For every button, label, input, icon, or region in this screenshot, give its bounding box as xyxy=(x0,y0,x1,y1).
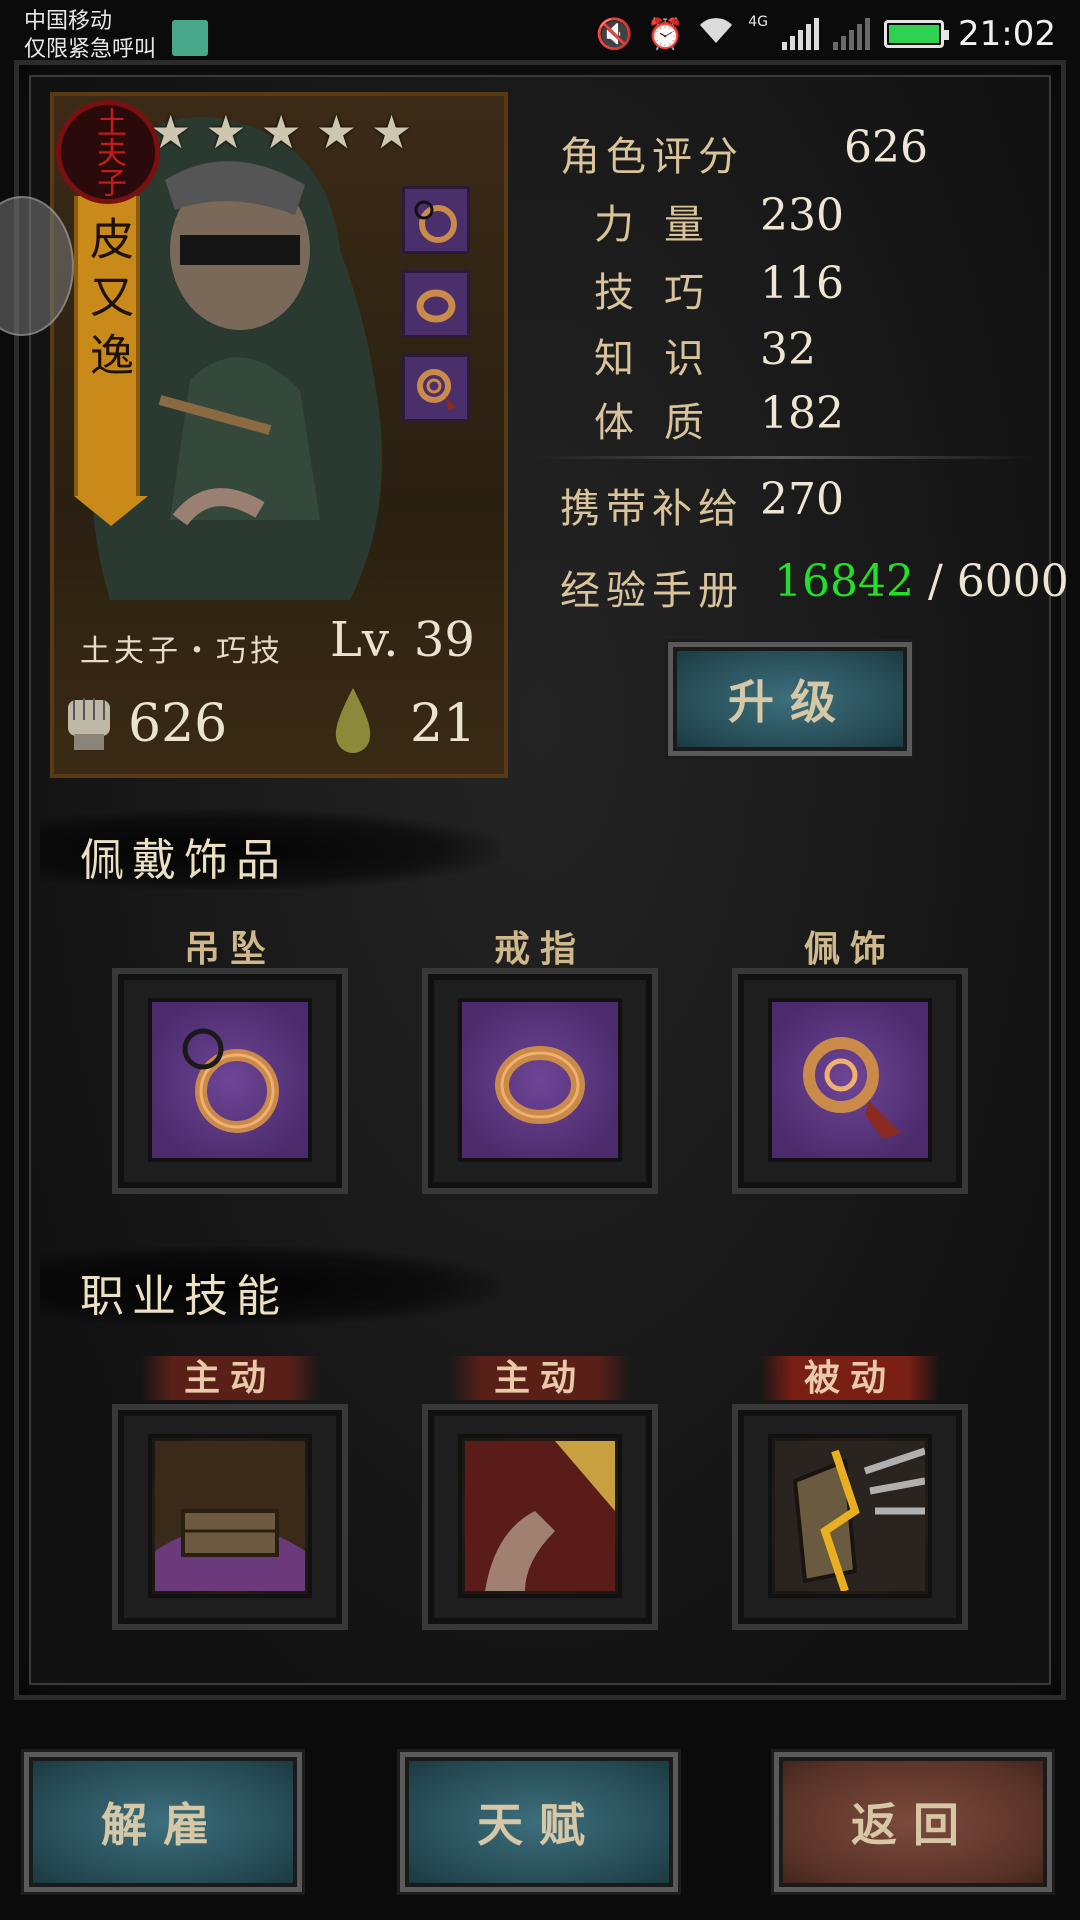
status-icons: 🔇 ⏰ 4G 21:02 xyxy=(596,14,1056,54)
ornament-icon xyxy=(803,1037,901,1139)
pendant-icon xyxy=(182,1028,279,1133)
supply-value: 270 xyxy=(760,474,844,525)
star-icon: ★ xyxy=(260,105,302,159)
knowledge-label: 知识 xyxy=(594,336,734,382)
ring-icon xyxy=(495,1046,585,1124)
skill-slot-1[interactable] xyxy=(112,1404,348,1630)
hero-class: 土夫子・巧技 xyxy=(80,634,284,669)
strike-skill-icon xyxy=(465,1441,615,1591)
star-icon: ★ xyxy=(315,105,357,159)
pendant-slot[interactable] xyxy=(112,968,348,1194)
pendant-slot-label: 吊坠 xyxy=(183,928,276,970)
mute-icon: 🔇 xyxy=(595,16,633,52)
stress-drop-icon xyxy=(335,688,371,753)
ornament-item[interactable] xyxy=(768,998,932,1162)
stress-value: 21 xyxy=(410,694,477,754)
network-type: 4G xyxy=(748,14,769,30)
battery-icon xyxy=(884,20,950,48)
exp-separator: / xyxy=(913,556,957,607)
supply-label: 携带补给 xyxy=(560,486,744,532)
carrier-info: 中国移动 仅限紧急呼叫 xyxy=(24,8,156,64)
skill-type-active: 主动 xyxy=(450,1356,630,1400)
skill-label: 技巧 xyxy=(594,270,734,316)
ornament-icon xyxy=(417,369,456,410)
skill-value: 116 xyxy=(760,258,844,309)
ring-slot-label: 戒指 xyxy=(493,928,586,970)
alarm-icon: ⏰ xyxy=(646,16,685,52)
power-value: 626 xyxy=(128,694,228,754)
ornament-slot-label: 佩饰 xyxy=(803,928,896,970)
exp-required: 6000 xyxy=(956,556,1069,607)
clock: 21:02 xyxy=(958,14,1056,54)
equipped-ring-slot[interactable] xyxy=(402,270,470,338)
ring-slot[interactable] xyxy=(422,968,658,1194)
strength-value: 230 xyxy=(760,190,844,241)
ring-icon xyxy=(416,289,456,323)
shield-skill-icon xyxy=(775,1441,925,1591)
signal-2-icon xyxy=(833,18,871,50)
equipped-pendant-slot[interactable] xyxy=(402,186,470,254)
equipped-ornament-slot[interactable] xyxy=(402,354,470,422)
ornament-slot[interactable] xyxy=(732,968,968,1194)
hero-name: 皮又逸 xyxy=(82,216,133,390)
skill-1[interactable] xyxy=(148,1434,312,1598)
accessories-title: 佩戴饰品 xyxy=(80,835,288,886)
star-icon: ★ xyxy=(371,105,413,159)
stats-divider xyxy=(534,456,1034,459)
exp-label: 经验手册 xyxy=(560,568,744,614)
strength-label: 力量 xyxy=(594,202,734,248)
class-seal: 土夫子 xyxy=(56,100,160,204)
skill-2[interactable] xyxy=(458,1434,622,1598)
exp-current: 16842 xyxy=(774,556,914,607)
rating-label: 角色评分 xyxy=(560,134,744,180)
constitution-label: 体质 xyxy=(594,400,734,446)
rating-value: 626 xyxy=(844,122,928,173)
skill-type-passive: 被动 xyxy=(760,1356,940,1400)
talent-button[interactable]: 天赋 xyxy=(400,1752,678,1892)
knowledge-value: 32 xyxy=(760,324,816,375)
back-button[interactable]: 返回 xyxy=(774,1752,1052,1892)
skill-type-active: 主动 xyxy=(140,1356,320,1400)
star-icon: ★ xyxy=(205,105,247,159)
dismiss-button[interactable]: 解雇 xyxy=(24,1752,302,1892)
skill-3[interactable] xyxy=(768,1434,932,1598)
star-rating: ★ ★ ★ ★ ★ xyxy=(150,108,412,156)
wifi-icon xyxy=(698,15,734,53)
upgrade-button[interactable]: 升级 xyxy=(668,642,912,756)
carrier-name: 中国移动 xyxy=(24,9,113,34)
signal-icon xyxy=(782,18,820,50)
skill-slot-2[interactable] xyxy=(422,1404,658,1630)
fist-icon xyxy=(68,698,110,750)
app-notification-icon xyxy=(172,20,208,56)
pendant-icon xyxy=(414,200,457,243)
coffin-skill-icon xyxy=(155,1441,305,1591)
skill-slot-3[interactable] xyxy=(732,1404,968,1630)
pendant-item[interactable] xyxy=(148,998,312,1162)
ring-item[interactable] xyxy=(458,998,622,1162)
hero-level: Lv. 39 xyxy=(330,612,475,668)
constitution-value: 182 xyxy=(760,388,844,439)
skills-title: 职业技能 xyxy=(80,1271,288,1322)
exp-progress: 16842 / 6000 xyxy=(774,556,1069,607)
